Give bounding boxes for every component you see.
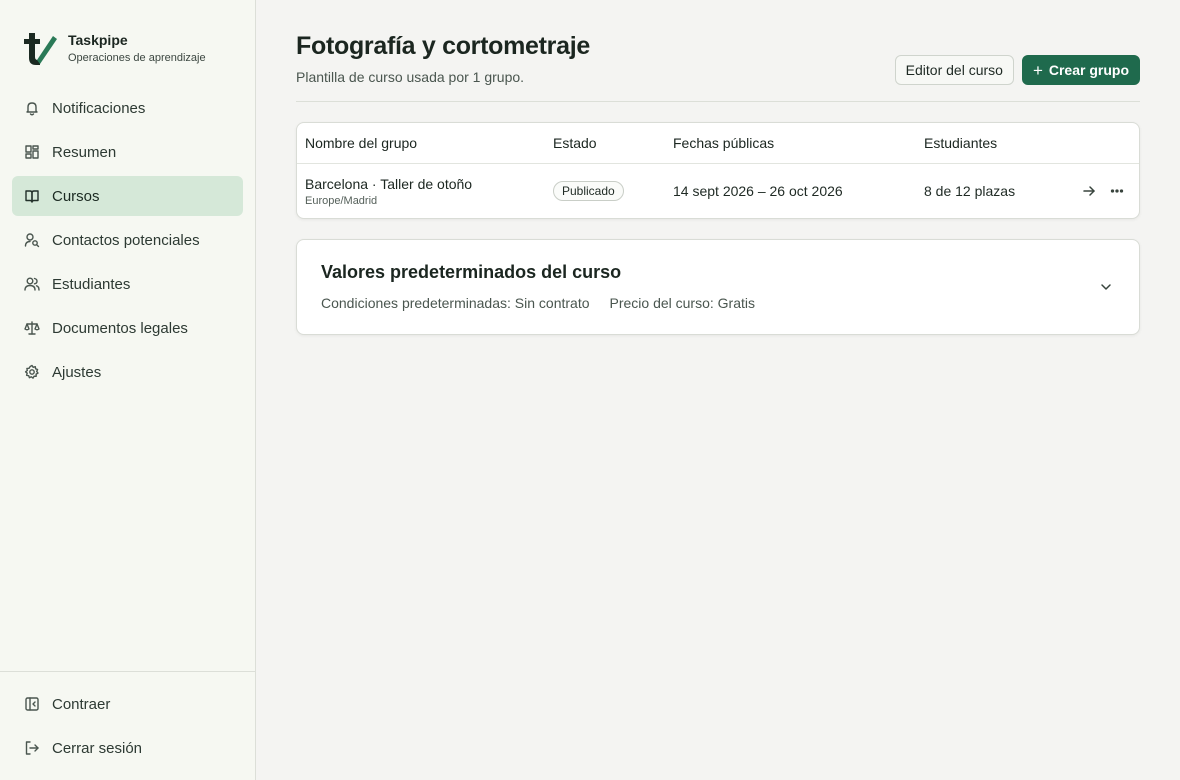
sidebar-item-label: Notificaciones	[52, 99, 146, 117]
page-title: Fotografía y cortometraje	[296, 32, 590, 60]
logout-icon	[24, 740, 40, 756]
sidebar-item-label: Contactos potenciales	[52, 231, 200, 249]
column-header-status: Estado	[553, 135, 597, 151]
course-defaults-meta: Condiciones predeterminadas: Sin contrat…	[321, 295, 1115, 311]
create-group-button[interactable]: + Crear grupo	[1021, 55, 1140, 85]
public-dates-cell: 14 sept 2026 – 26 oct 2026	[673, 183, 843, 199]
course-editor-button[interactable]: Editor del curso	[894, 55, 1014, 85]
plus-icon: +	[1032, 60, 1043, 80]
sidebar-item-label: Estudiantes	[52, 275, 131, 293]
page-actions: Editor del curso + Crear grupo	[894, 55, 1140, 85]
page-header: Fotografía y cortometraje Plantilla de c…	[296, 32, 1140, 102]
users-icon	[24, 276, 40, 292]
sidebar-item-label: Contraer	[52, 695, 111, 713]
row-actions	[1074, 183, 1131, 199]
sidebar-item-label: Resumen	[52, 143, 117, 161]
column-header-group-name: Nombre del grupo	[305, 135, 418, 151]
sidebar-nav: Notificaciones Resumen Cursos Contactos …	[0, 76, 255, 671]
column-header-public-dates: Fechas públicas	[673, 135, 775, 151]
taskpipe-logo	[24, 33, 57, 65]
book-icon	[24, 188, 40, 204]
page-subtitle: Plantilla de curso usada por 1 grupo.	[296, 69, 525, 85]
course-price: Precio del curso: Gratis	[609, 295, 756, 311]
sidebar-item-contactos-potenciales[interactable]: Contactos potenciales	[12, 220, 243, 260]
sidebar-item-documentos-legales[interactable]: Documentos legales	[12, 308, 243, 348]
group-name-cell: Barcelona · Taller de otoño Europe/Madri…	[305, 176, 553, 207]
default-conditions: Condiciones predeterminadas: Sin contrat…	[321, 295, 590, 311]
create-group-label: Crear grupo	[1048, 62, 1129, 78]
logout-button[interactable]: Cerrar sesión	[12, 728, 243, 768]
sidebar-item-label: Documentos legales	[52, 319, 188, 337]
sidebar-item-estudiantes[interactable]: Estudiantes	[12, 264, 243, 304]
brand-subtitle: Operaciones de aprendizaje	[68, 52, 206, 64]
main-content: Fotografía y cortometraje Plantilla de c…	[256, 0, 1180, 780]
more-options-icon[interactable]	[1109, 183, 1125, 199]
sidebar-footer: Contraer Cerrar sesión	[0, 671, 255, 780]
brand-name: Taskpipe	[68, 32, 128, 48]
sidebar-item-notificaciones[interactable]: Notificaciones	[12, 88, 243, 128]
table-row[interactable]: Barcelona · Taller de otoño Europe/Madri…	[297, 164, 1139, 218]
collapse-icon	[24, 696, 40, 712]
status-badge: Publicado	[553, 181, 624, 201]
course-defaults-panel[interactable]: Valores predeterminados del curso Condic…	[296, 239, 1140, 335]
collapse-sidebar-button[interactable]: Contraer	[12, 684, 243, 724]
gear-icon	[24, 364, 40, 380]
sidebar-item-cursos[interactable]: Cursos	[12, 176, 243, 216]
brand: Taskpipe Operaciones de aprendizaje	[0, 0, 255, 76]
arrow-right-icon[interactable]	[1081, 183, 1097, 199]
scale-icon	[24, 320, 40, 336]
sidebar-item-label: Cerrar sesión	[52, 739, 143, 757]
sidebar: Taskpipe Operaciones de aprendizaje Noti…	[0, 0, 256, 780]
sidebar-item-label: Cursos	[52, 187, 100, 205]
bell-icon	[24, 100, 40, 116]
sidebar-item-resumen[interactable]: Resumen	[12, 132, 243, 172]
sidebar-item-label: Ajustes	[52, 363, 102, 381]
column-header-students: Estudiantes	[924, 135, 998, 151]
sidebar-item-ajustes[interactable]: Ajustes	[12, 352, 243, 392]
group-timezone: Europe/Madrid	[305, 194, 378, 207]
groups-table: Nombre del grupo Estado Fechas públicas …	[296, 122, 1140, 219]
status-cell: Publicado	[553, 181, 673, 201]
students-cell: 8 de 12 plazas	[924, 183, 1016, 199]
dashboard-icon	[24, 144, 40, 160]
group-name: Barcelona · Taller de otoño	[305, 175, 473, 192]
course-defaults-title: Valores predeterminados del curso	[321, 262, 622, 282]
table-header: Nombre del grupo Estado Fechas públicas …	[297, 123, 1139, 164]
user-search-icon	[24, 232, 40, 248]
chevron-down-icon[interactable]	[1099, 280, 1113, 294]
